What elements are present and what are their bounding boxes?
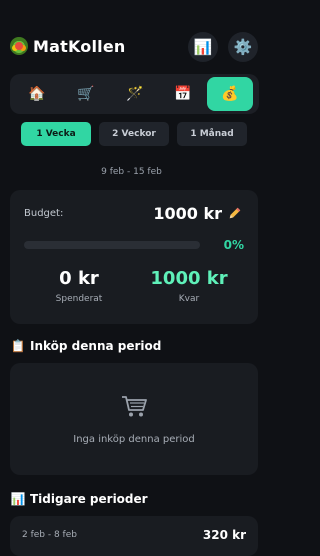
- shopping-cart-icon: 🛒: [77, 86, 95, 102]
- app-header: MatKollen 📊 ⚙️: [0, 0, 263, 68]
- settings-button[interactable]: ⚙️: [228, 32, 258, 62]
- bar-chart-icon: 📊: [193, 38, 213, 56]
- spent-value: 0 kr: [59, 268, 99, 289]
- tab-bar: 🏠 🛒 🪄 📅 💰: [10, 74, 259, 114]
- pencil-icon[interactable]: [226, 204, 244, 222]
- period-selector: 1 Vecka 2 Veckor 1 Månad: [21, 122, 247, 146]
- budget-card: Budget: 1000 kr 0% 0 kr Spenderat 1000 k…: [10, 190, 258, 324]
- clipboard-icon: 📋: [10, 339, 26, 353]
- period-2-weeks-button[interactable]: 2 Veckor: [99, 122, 169, 146]
- history-item[interactable]: 2 feb - 8 feb 320 kr: [10, 516, 258, 556]
- history-section-title: 📊 Tidigare perioder: [11, 492, 148, 506]
- history-title-text: Tidigare perioder: [30, 492, 148, 506]
- shopping-cart-icon: [122, 396, 147, 417]
- app-title: MatKollen: [33, 37, 126, 56]
- remaining-value: 1000 kr: [150, 268, 228, 289]
- tab-recipes[interactable]: 🪄: [112, 77, 158, 111]
- period-1-month-button[interactable]: 1 Månad: [177, 122, 247, 146]
- date-range: 9 feb - 15 feb: [101, 167, 162, 177]
- bar-chart-icon: 📊: [10, 492, 26, 506]
- tab-shopping[interactable]: 🛒: [63, 77, 109, 111]
- stats-button[interactable]: 📊: [188, 32, 218, 62]
- budget-amount[interactable]: 1000 kr: [153, 204, 222, 223]
- remaining-label: Kvar: [178, 294, 200, 304]
- budget-progress-percent: 0%: [223, 238, 244, 252]
- purchases-empty-card: Inga inköp denna period: [10, 363, 258, 475]
- tab-budget[interactable]: 💰: [207, 77, 253, 111]
- budget-progress-bar: [24, 241, 200, 249]
- spent-label: Spenderat: [55, 294, 103, 304]
- period-1-week-button[interactable]: 1 Vecka: [21, 122, 91, 146]
- gear-icon: ⚙️: [233, 38, 253, 56]
- home-icon: 🏠: [28, 86, 46, 102]
- purchases-section-title: 📋 Inköp denna period: [10, 339, 162, 353]
- wand-icon: 🪄: [126, 86, 144, 102]
- salad-bowl-icon: [10, 37, 28, 55]
- tab-home[interactable]: 🏠: [14, 77, 60, 111]
- calendar-icon: 📅: [174, 86, 192, 102]
- history-item-date: 2 feb - 8 feb: [22, 530, 77, 540]
- history-item-amount: 320 kr: [202, 528, 246, 542]
- money-bag-icon: 💰: [221, 86, 239, 102]
- purchases-title-text: Inköp denna period: [30, 339, 162, 353]
- budget-label: Budget:: [24, 208, 64, 219]
- tab-calendar[interactable]: 📅: [160, 77, 206, 111]
- purchases-empty-text: Inga inköp denna period: [73, 434, 195, 445]
